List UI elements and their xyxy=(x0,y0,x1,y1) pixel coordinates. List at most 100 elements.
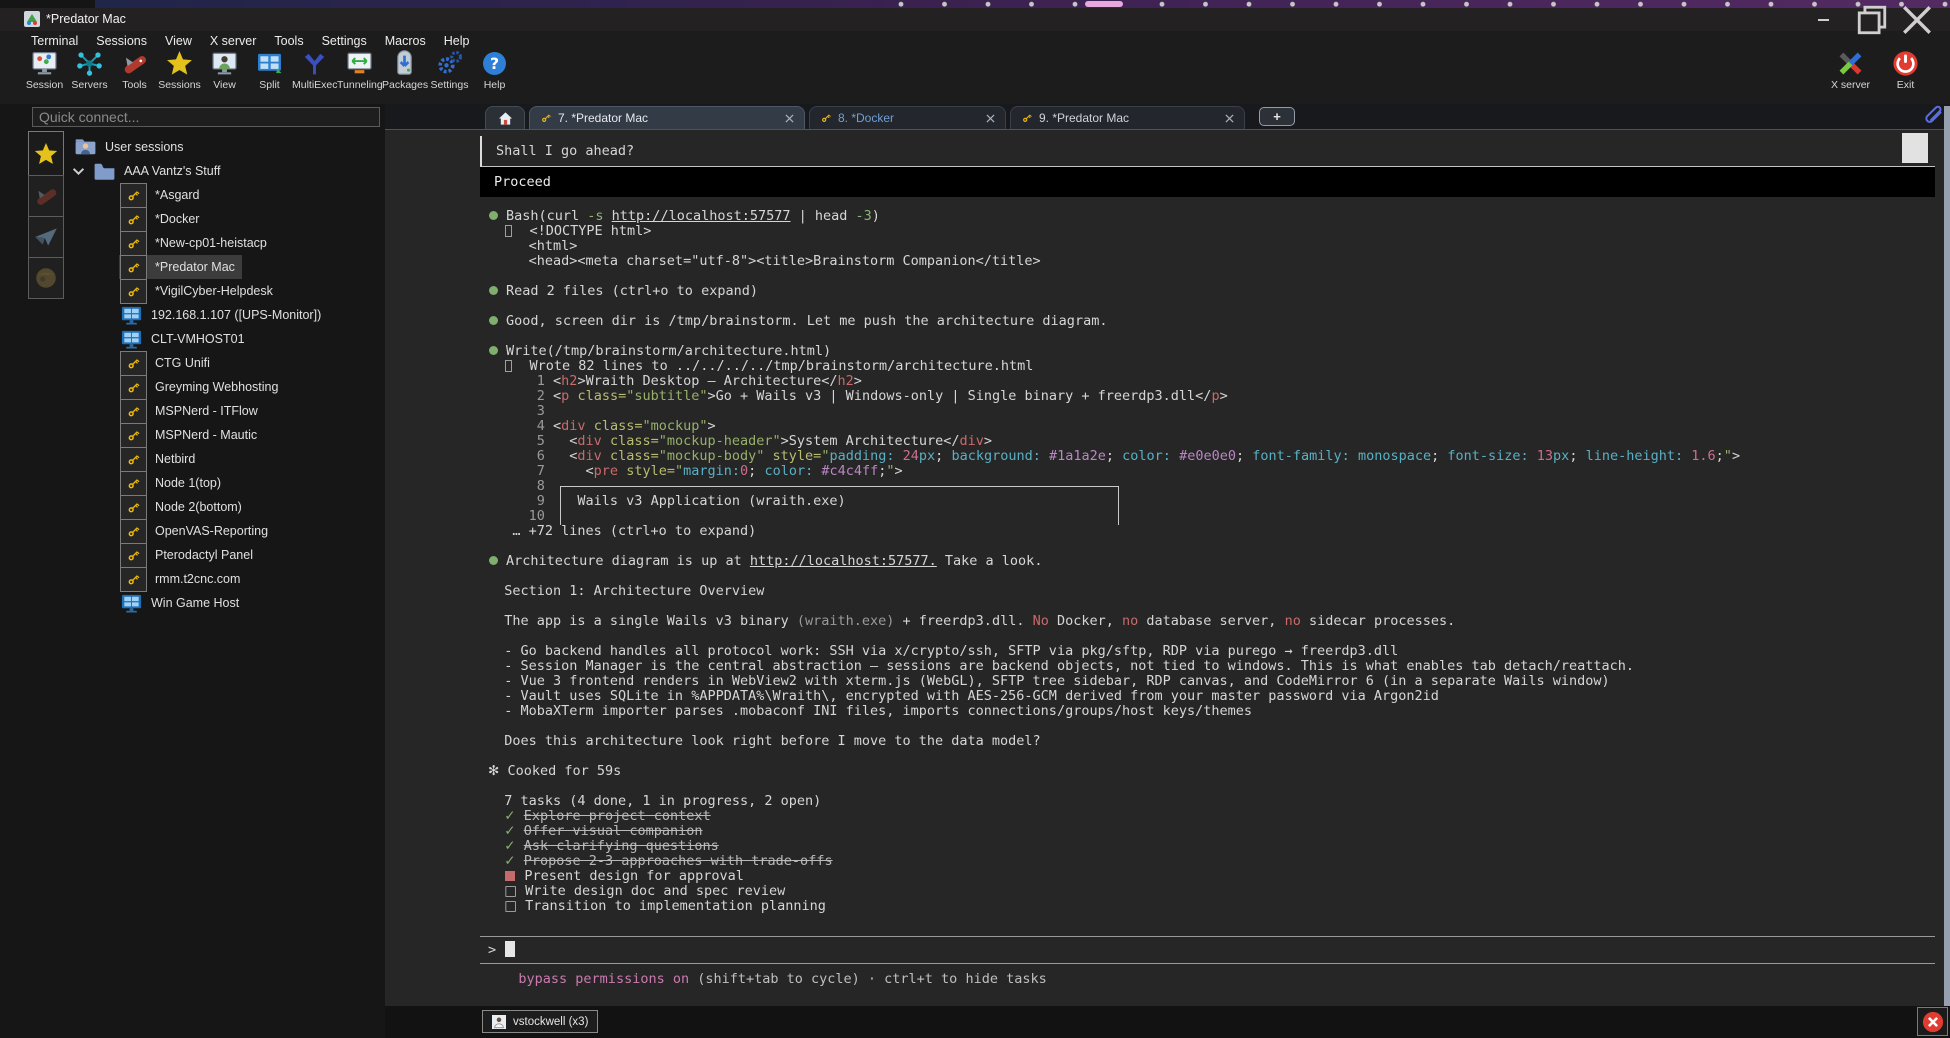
toolbar-help[interactable]: ?Help xyxy=(472,49,517,91)
tree-item-greyming-webhosting[interactable]: Greyming Webhosting xyxy=(64,375,384,399)
close-tab-icon[interactable] xyxy=(785,114,794,123)
terminal-line xyxy=(488,539,1940,554)
tree-item-clt-vmhost01[interactable]: CLT-VMHOST01 xyxy=(64,327,384,351)
tree-item-netbird[interactable]: Netbird xyxy=(64,447,384,471)
user-session-chip[interactable]: vstockwell (x3) xyxy=(482,1010,598,1033)
titlebar: *Predator Mac xyxy=(0,8,1950,31)
tools-icon xyxy=(120,49,149,78)
tree-item-192-168-1-107-ups-monitor[interactable]: 192.168.1.107 ([UPS-Monitor]) xyxy=(64,303,384,327)
toolbar-tools[interactable]: Tools xyxy=(112,49,157,91)
toolbar-label: MultiExec xyxy=(292,79,337,91)
terminal-line xyxy=(488,269,1940,284)
tree-item-vigilcyber-helpdesk[interactable]: *VigilCyber-Helpdesk xyxy=(64,279,384,303)
terminal-line: 10 xyxy=(488,509,1940,524)
paper-plane-icon xyxy=(33,224,59,250)
menu-sessions[interactable]: Sessions xyxy=(87,33,156,49)
terminal-line: □ Transition to implementation planning xyxy=(488,899,1940,914)
menu-terminal[interactable]: Terminal xyxy=(22,33,87,49)
menu-tools[interactable]: Tools xyxy=(265,33,312,49)
strip-swiss-knife[interactable] xyxy=(28,175,64,217)
key-icon xyxy=(120,495,147,520)
close-tab-icon[interactable] xyxy=(986,114,995,123)
tree-item-label: *Docker xyxy=(155,212,199,226)
terminal-line: 1 <h2>Wraith Desktop — Architecture</h2> xyxy=(488,374,1940,389)
menu-settings[interactable]: Settings xyxy=(313,33,376,49)
terminal-line: 2 <p class="subtitle">Go + Wails v3 | Wi… xyxy=(488,389,1940,404)
text-cursor xyxy=(505,941,515,957)
terminal-line xyxy=(488,569,1940,584)
rdp-icon xyxy=(120,592,143,615)
terminal-scrollbar-thumb[interactable] xyxy=(1902,133,1928,163)
menu-help[interactable]: Help xyxy=(435,33,479,49)
maximize-icon[interactable] xyxy=(1855,8,1889,31)
new-tab-button[interactable]: + xyxy=(1259,107,1295,126)
tree-item-label: rmm.t2cnc.com xyxy=(155,572,240,586)
toolbar-multiexec[interactable]: MultiExec xyxy=(292,49,337,91)
tree-item-user-sessions[interactable]: User sessions xyxy=(64,135,384,159)
menu-macros[interactable]: Macros xyxy=(376,33,435,49)
status-bar: vstockwell (x3) xyxy=(385,1006,1950,1038)
toolbar-x-server[interactable]: X server xyxy=(1828,49,1873,91)
terminal-line: 7 tasks (4 done, 1 in progress, 2 open) xyxy=(488,794,1940,809)
user-folder-icon xyxy=(74,138,97,156)
link[interactable]: http://localhost:57577. xyxy=(750,553,937,569)
tree-item-asgard[interactable]: *Asgard xyxy=(64,183,384,207)
tree-item-mspnerd-mautic[interactable]: MSPNerd - Mautic xyxy=(64,423,384,447)
tree-item-openvas-reporting[interactable]: OpenVAS-Reporting xyxy=(64,519,384,543)
key-icon xyxy=(120,255,147,280)
link[interactable]: http://localhost:57577 xyxy=(612,208,791,224)
terminate-session-button[interactable] xyxy=(1917,1007,1948,1036)
menu-view[interactable]: View xyxy=(156,33,201,49)
paperclip-icon[interactable] xyxy=(1921,105,1945,129)
toolbar-split[interactable]: Split xyxy=(247,49,292,91)
toolbar-session[interactable]: Session xyxy=(22,49,67,91)
tree-item-mspnerd-itflow[interactable]: MSPNerd - ITFlow xyxy=(64,399,384,423)
tab-8-docker[interactable]: 8. *Docker xyxy=(809,106,1006,129)
terminal[interactable]: Shall I go ahead? Proceed Bash(curl -s h… xyxy=(385,130,1950,1006)
tree-item-node-1-top[interactable]: Node 1(top) xyxy=(64,471,384,495)
proceed-option-selected[interactable]: Proceed xyxy=(480,167,1935,197)
tofu-icon xyxy=(505,225,512,237)
tree-item-rmm-t2cnc-com[interactable]: rmm.t2cnc.com xyxy=(64,567,384,591)
strip-paper-plane[interactable] xyxy=(28,216,64,258)
minimize-icon[interactable] xyxy=(1806,8,1840,31)
tunneling-icon xyxy=(345,49,374,78)
tab-9-predator-mac[interactable]: 9. *Predator Mac xyxy=(1010,106,1245,129)
xserver-icon xyxy=(1836,49,1865,78)
tree-item-node-2-bottom[interactable]: Node 2(bottom) xyxy=(64,495,384,519)
permissions-status: bypass permissions on (shift+tab to cycl… xyxy=(488,971,1047,987)
strip-globe[interactable] xyxy=(28,257,64,299)
toolbar-tunneling[interactable]: Tunneling xyxy=(337,49,382,91)
toolbar-label: Settings xyxy=(427,79,472,91)
tree-item-label: *Asgard xyxy=(155,188,199,202)
terminal-tabs: 7. *Predator Mac8. *Docker9. *Predator M… xyxy=(529,106,1249,129)
key-icon xyxy=(120,399,147,424)
tree-item-new-cp01-heistacp[interactable]: *New-cp01-heistacp xyxy=(64,231,384,255)
close-tab-icon[interactable] xyxy=(1225,114,1234,123)
terminal-line: ✓ Ask clarifying questions xyxy=(488,839,1940,854)
tab-7-predator-mac[interactable]: 7. *Predator Mac xyxy=(529,106,805,129)
key-icon xyxy=(120,543,147,568)
ssh-key-icon xyxy=(820,112,832,124)
tree-item-win-game-host[interactable]: Win Game Host xyxy=(64,591,384,615)
close-window-icon[interactable] xyxy=(1900,8,1934,31)
tree-item-predator-mac[interactable]: *Predator Mac xyxy=(64,255,384,279)
terminal-line xyxy=(488,599,1940,614)
tree-item-docker[interactable]: *Docker xyxy=(64,207,384,231)
toolbar-view[interactable]: View xyxy=(202,49,247,91)
toolbar-settings[interactable]: Settings xyxy=(427,49,472,91)
toolbar-packages[interactable]: Packages xyxy=(382,49,427,91)
strip-star[interactable] xyxy=(28,131,64,176)
prompt-input-row[interactable]: > xyxy=(480,936,1935,964)
toolbar-servers[interactable]: Servers xyxy=(67,49,112,91)
key-icon xyxy=(120,231,147,256)
tree-item-pterodactyl-panel[interactable]: Pterodactyl Panel xyxy=(64,543,384,567)
tree-item-ctg-unifi[interactable]: CTG Unifi xyxy=(64,351,384,375)
toolbar-sessions[interactable]: Sessions xyxy=(157,49,202,91)
key-icon xyxy=(120,183,147,208)
toolbar-exit[interactable]: Exit xyxy=(1883,49,1928,91)
menu-x-server[interactable]: X server xyxy=(201,33,266,49)
home-tab[interactable] xyxy=(485,106,525,129)
tree-item-aaa-vantz-s-stuff[interactable]: AAA Vantz's Stuff xyxy=(64,159,384,183)
quick-connect-input[interactable] xyxy=(32,107,380,127)
